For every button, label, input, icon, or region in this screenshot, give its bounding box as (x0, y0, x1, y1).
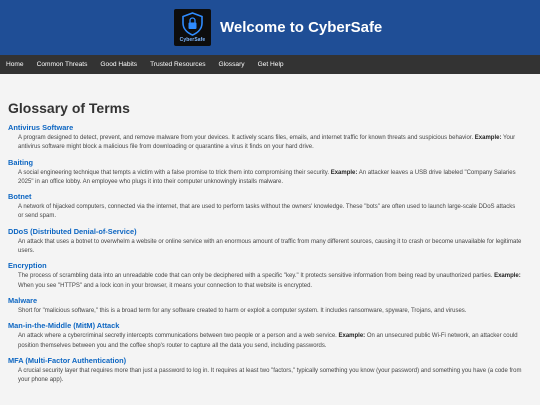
definition-text: A network of hijacked computers, connect… (18, 204, 516, 220)
term-name: Antivirus Software (8, 123, 74, 132)
term-definition: A network of hijacked computers, connect… (8, 203, 522, 222)
term-name: Baiting (8, 157, 34, 167)
nav-good-habits[interactable]: Good Habits (100, 61, 137, 68)
glossary-term: Antivirus Software A program designed to … (8, 123, 522, 153)
glossary-term: Botnet A network of hijacked computers, c… (8, 192, 522, 222)
example-text: When you see "HTTPS" and a lock icon in … (18, 282, 313, 289)
term-definition: The process of scrambling data into an u… (8, 272, 522, 291)
nav-get-help[interactable]: Get Help (258, 61, 284, 68)
page-title: Glossary of Terms (8, 100, 130, 116)
glossary-content: Glossary of Terms Antivirus Software A pr… (8, 88, 532, 405)
nav-glossary[interactable]: Glossary (219, 61, 245, 68)
term-name: DDoS (Distributed Denial-of-Service) (8, 226, 137, 236)
main-nav: Home Common Threats Good Habits Trusted … (0, 55, 540, 74)
shield-lock-icon (182, 12, 203, 36)
example-label: Example: (494, 273, 521, 280)
glossary-term: Baiting A social engineering technique th… (8, 158, 522, 188)
term-definition: A program designed to detect, prevent, a… (8, 134, 522, 153)
site-header: CyberSafe Welcome to CyberSafe (0, 0, 540, 55)
definition-text: Short for "malicious software," this is … (18, 307, 467, 314)
glossary-term: Encryption The process of scrambling data… (8, 261, 522, 291)
glossary-term: DDoS (Distributed Denial-of-Service) An a… (8, 227, 522, 257)
definition-text: A crucial security layer that requires m… (18, 367, 522, 384)
example-label: Example: (330, 169, 358, 176)
definition-text: A program designed to detect, prevent, a… (18, 135, 474, 141)
definition-text: A social engineering technique that temp… (18, 169, 330, 176)
glossary-term: MFA (Multi-Factor Authentication) A cruci… (8, 356, 522, 386)
definition-text: An attack that uses a botnet to overwhel… (18, 238, 522, 255)
example-label: Example: (338, 333, 366, 340)
example-label: Example: (474, 135, 502, 141)
nav-home[interactable]: Home (6, 61, 24, 68)
site-title: Welcome to CyberSafe (220, 19, 383, 36)
term-name: MFA (Multi-Factor Authentication) (8, 355, 127, 365)
definition-text: The process of scrambling data into an u… (18, 273, 493, 280)
nav-trusted-resources[interactable]: Trusted Resources (150, 61, 205, 68)
nav-common-threats[interactable]: Common Threats (37, 61, 88, 68)
term-definition: An attack that uses a botnet to overwhel… (8, 238, 522, 257)
term-name: Man-in-the-Middle (MitM) Attack (8, 321, 120, 331)
term-definition: A social engineering technique that temp… (8, 169, 522, 188)
cybersafe-logo[interactable]: CyberSafe (174, 9, 211, 46)
term-definition: Short for "malicious software," this is … (8, 307, 522, 316)
term-name: Malware (8, 295, 38, 305)
term-name: Botnet (8, 192, 32, 202)
definition-text: An attack where a cybercriminal secretly… (18, 333, 337, 340)
term-definition: An attack where a cybercriminal secretly… (8, 332, 522, 351)
logo-text: CyberSafe (179, 37, 206, 43)
term-name: Encryption (8, 261, 47, 271)
glossary-list: Antivirus Software A program designed to … (8, 123, 522, 385)
term-definition: A crucial security layer that requires m… (8, 367, 522, 386)
glossary-term: Malware Short for "malicious software," t… (8, 296, 522, 316)
glossary-term: Man-in-the-Middle (MitM) Attack An attack… (8, 321, 522, 351)
